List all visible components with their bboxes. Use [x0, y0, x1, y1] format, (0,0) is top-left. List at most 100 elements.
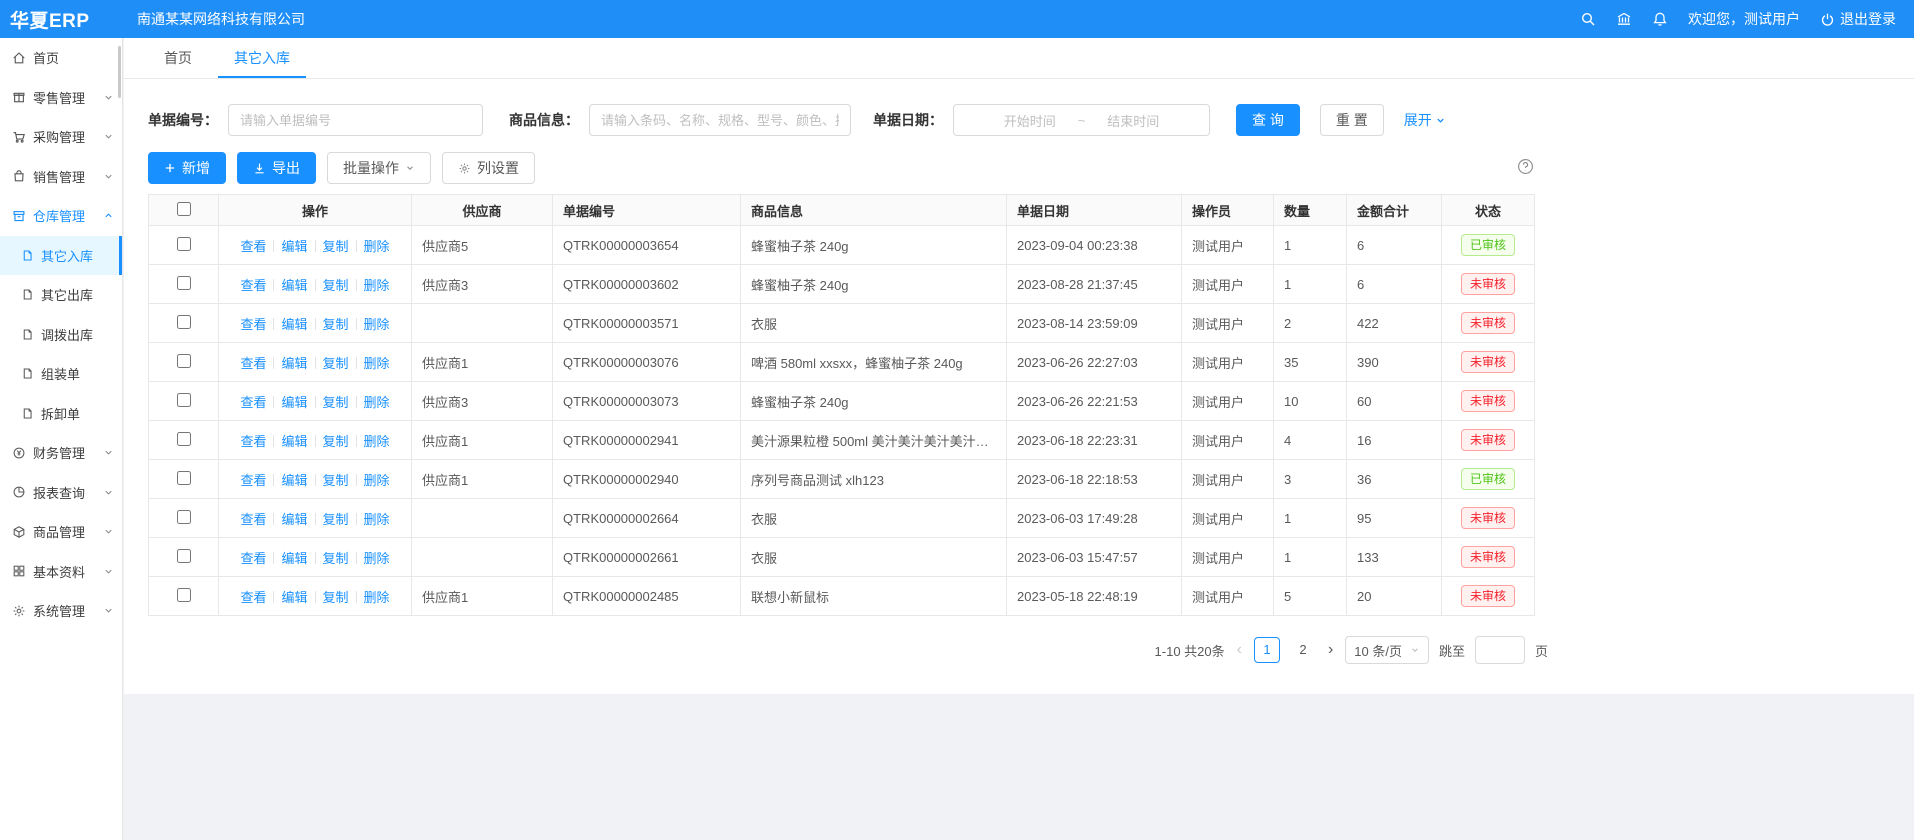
view-link[interactable]: 查看: [240, 317, 266, 332]
view-link[interactable]: 查看: [240, 590, 266, 605]
sidebar-item-other-inbound[interactable]: 其它入库: [0, 236, 122, 276]
row-checkbox[interactable]: [177, 510, 191, 524]
amount-cell: 20: [1347, 577, 1442, 616]
view-link[interactable]: 查看: [240, 512, 266, 527]
search-icon[interactable]: [1580, 11, 1596, 27]
sidebar-item-finance[interactable]: 财务管理: [0, 433, 122, 473]
view-link[interactable]: 查看: [240, 356, 266, 371]
sidebar-item-retail[interactable]: 零售管理: [0, 78, 122, 118]
delete-link[interactable]: 删除: [364, 395, 390, 410]
sidebar-item-warehouse[interactable]: 仓库管理: [0, 196, 122, 236]
copy-link[interactable]: 复制: [323, 512, 349, 527]
row-actions-cell: 查看编辑 复制删除: [219, 265, 412, 304]
delete-link[interactable]: 删除: [364, 551, 390, 566]
batch-actions-button[interactable]: 批量操作: [327, 152, 431, 184]
delete-link[interactable]: 删除: [364, 317, 390, 332]
view-link[interactable]: 查看: [240, 239, 266, 254]
column-settings-button[interactable]: 列设置: [442, 152, 535, 184]
edit-link[interactable]: 编辑: [281, 551, 307, 566]
view-link[interactable]: 查看: [240, 551, 266, 566]
row-checkbox[interactable]: [177, 354, 191, 368]
platform-icon[interactable]: [1616, 11, 1632, 27]
sidebar-item-reports[interactable]: 报表查询: [0, 473, 122, 513]
delete-link[interactable]: 删除: [364, 356, 390, 371]
copy-link[interactable]: 复制: [323, 278, 349, 293]
notification-bell-icon[interactable]: [1652, 11, 1668, 27]
sidebar-item-basic-data[interactable]: 基本资料: [0, 552, 122, 592]
copy-link[interactable]: 复制: [323, 317, 349, 332]
delete-link[interactable]: 删除: [364, 473, 390, 488]
view-link[interactable]: 查看: [240, 395, 266, 410]
sidebar-item-transfer-outbound[interactable]: 调拨出库: [0, 315, 122, 355]
delete-link[interactable]: 删除: [364, 434, 390, 449]
logout-button[interactable]: 退出登录: [1820, 9, 1896, 29]
bill-date-cell: 2023-06-26 22:21:53: [1007, 382, 1182, 421]
edit-link[interactable]: 编辑: [281, 590, 307, 605]
view-link[interactable]: 查看: [240, 434, 266, 449]
operator-cell: 测试用户: [1182, 382, 1274, 421]
copy-link[interactable]: 复制: [323, 395, 349, 410]
row-actions-cell: 查看编辑 复制删除: [219, 460, 412, 499]
copy-link[interactable]: 复制: [323, 590, 349, 605]
tab-other-inbound[interactable]: 其它入库: [218, 38, 306, 78]
prev-page-button[interactable]: ‹: [1235, 642, 1244, 658]
jump-page-input[interactable]: [1475, 636, 1525, 664]
edit-link[interactable]: 编辑: [281, 395, 307, 410]
header-supplier: 供应商: [412, 195, 553, 226]
add-button[interactable]: 新增: [148, 152, 226, 184]
sidebar-item-other-outbound[interactable]: 其它出库: [0, 275, 122, 315]
row-checkbox[interactable]: [177, 588, 191, 602]
sidebar-item-home[interactable]: 首页: [0, 38, 122, 78]
main-card: 首页 其它入库 单据编号： 商品信息： 单据日期： 开始时间 ~ 结束时间 查 …: [124, 38, 1914, 694]
copy-link[interactable]: 复制: [323, 473, 349, 488]
delete-link[interactable]: 删除: [364, 512, 390, 527]
expand-link[interactable]: 展开: [1404, 110, 1446, 130]
reset-button[interactable]: 重 置: [1320, 104, 1384, 136]
table-row: 查看编辑复制删除供应商5QTRK00000003654蜂蜜柚子茶 240g202…: [149, 226, 1535, 265]
edit-link[interactable]: 编辑: [281, 512, 307, 527]
sidebar-item-system[interactable]: 系统管理: [0, 591, 122, 631]
row-checkbox[interactable]: [177, 393, 191, 407]
edit-link[interactable]: 编辑: [281, 473, 307, 488]
row-checkbox[interactable]: [177, 549, 191, 563]
tab-home[interactable]: 首页: [148, 38, 208, 78]
row-checkbox[interactable]: [177, 276, 191, 290]
delete-link[interactable]: 删除: [364, 278, 390, 293]
search-button[interactable]: 查 询: [1236, 104, 1300, 136]
edit-link[interactable]: 编辑: [281, 434, 307, 449]
date-range-picker[interactable]: 开始时间 ~ 结束时间: [953, 104, 1210, 136]
sidebar-item-assembly[interactable]: 组装单: [0, 354, 122, 394]
edit-link[interactable]: 编辑: [281, 356, 307, 371]
copy-link[interactable]: 复制: [323, 434, 349, 449]
copy-link[interactable]: 复制: [323, 239, 349, 254]
row-checkbox[interactable]: [177, 471, 191, 485]
copy-link[interactable]: 复制: [323, 551, 349, 566]
product-info-input[interactable]: [589, 104, 851, 136]
row-checkbox[interactable]: [177, 432, 191, 446]
edit-link[interactable]: 编辑: [281, 278, 307, 293]
sidebar-item-sales[interactable]: 销售管理: [0, 157, 122, 197]
help-icon[interactable]: [1517, 158, 1534, 175]
sidebar-item-purchase[interactable]: 采购管理: [0, 117, 122, 157]
edit-link[interactable]: 编辑: [281, 239, 307, 254]
select-all-checkbox[interactable]: [177, 202, 191, 216]
bill-no-input[interactable]: [228, 104, 483, 136]
row-checkbox[interactable]: [177, 237, 191, 251]
page-size-select[interactable]: 10 条/页: [1345, 636, 1429, 664]
page-button-2[interactable]: 2: [1290, 637, 1316, 663]
copy-link[interactable]: 复制: [323, 356, 349, 371]
view-link[interactable]: 查看: [240, 473, 266, 488]
tabbar: 首页 其它入库: [124, 38, 1914, 79]
view-link[interactable]: 查看: [240, 278, 266, 293]
page-button-1[interactable]: 1: [1254, 637, 1280, 663]
next-page-button[interactable]: ›: [1326, 642, 1335, 658]
export-button[interactable]: 导出: [237, 152, 316, 184]
bill-date-cell: 2023-05-18 22:48:19: [1007, 577, 1182, 616]
row-checkbox[interactable]: [177, 315, 191, 329]
sidebar-item-disassembly[interactable]: 拆卸单: [0, 394, 122, 434]
delete-link[interactable]: 删除: [364, 239, 390, 254]
delete-link[interactable]: 删除: [364, 590, 390, 605]
status-badge: 已审核: [1461, 234, 1515, 256]
edit-link[interactable]: 编辑: [281, 317, 307, 332]
sidebar-item-goods[interactable]: 商品管理: [0, 512, 122, 552]
